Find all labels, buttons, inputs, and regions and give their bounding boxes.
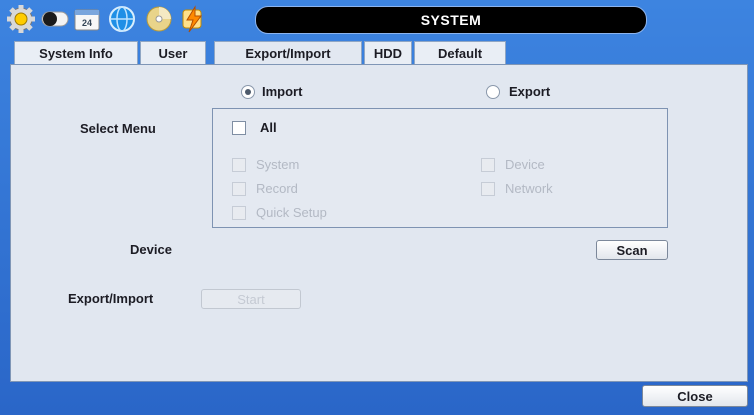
import-radio[interactable] bbox=[241, 85, 255, 99]
select-menu-label: Select Menu bbox=[80, 121, 156, 136]
tab-default[interactable]: Default bbox=[414, 41, 506, 65]
window-title: SYSTEM bbox=[255, 6, 647, 34]
record-checkbox[interactable] bbox=[232, 182, 246, 196]
all-label: All bbox=[260, 120, 277, 135]
all-checkbox[interactable] bbox=[232, 121, 246, 135]
calendar-icon[interactable]: 24 bbox=[72, 4, 102, 34]
device-option-label: Device bbox=[505, 157, 545, 172]
scan-button[interactable]: Scan bbox=[596, 240, 668, 260]
export-label: Export bbox=[509, 84, 551, 99]
network-label: Network bbox=[505, 181, 553, 196]
system-label: System bbox=[256, 157, 300, 172]
gear-icon[interactable] bbox=[6, 4, 36, 34]
quick-setup-label: Quick Setup bbox=[256, 205, 327, 220]
export-import-label: Export/Import bbox=[68, 291, 154, 306]
export-radio[interactable] bbox=[486, 85, 500, 99]
toggle-icon[interactable] bbox=[40, 4, 70, 34]
device-checkbox[interactable] bbox=[481, 158, 495, 172]
lightning-icon[interactable] bbox=[178, 4, 208, 34]
svg-text:24: 24 bbox=[82, 18, 92, 28]
record-label: Record bbox=[256, 181, 298, 196]
system-window: 24 SYSTEM System Info User Export/Import… bbox=[0, 0, 754, 415]
network-checkbox[interactable] bbox=[481, 182, 495, 196]
start-button[interactable]: Start bbox=[201, 289, 301, 309]
tab-user[interactable]: User bbox=[140, 41, 206, 65]
tab-system-info[interactable]: System Info bbox=[14, 41, 138, 65]
header-bar: 24 SYSTEM bbox=[0, 0, 754, 38]
import-label: Import bbox=[262, 84, 303, 99]
device-label: Device bbox=[130, 242, 172, 257]
system-checkbox[interactable] bbox=[232, 158, 246, 172]
globe-icon[interactable] bbox=[107, 4, 137, 34]
close-button[interactable]: Close bbox=[642, 385, 748, 407]
tab-hdd[interactable]: HDD bbox=[364, 41, 412, 65]
disc-icon[interactable] bbox=[144, 4, 174, 34]
quick-setup-checkbox[interactable] bbox=[232, 206, 246, 220]
